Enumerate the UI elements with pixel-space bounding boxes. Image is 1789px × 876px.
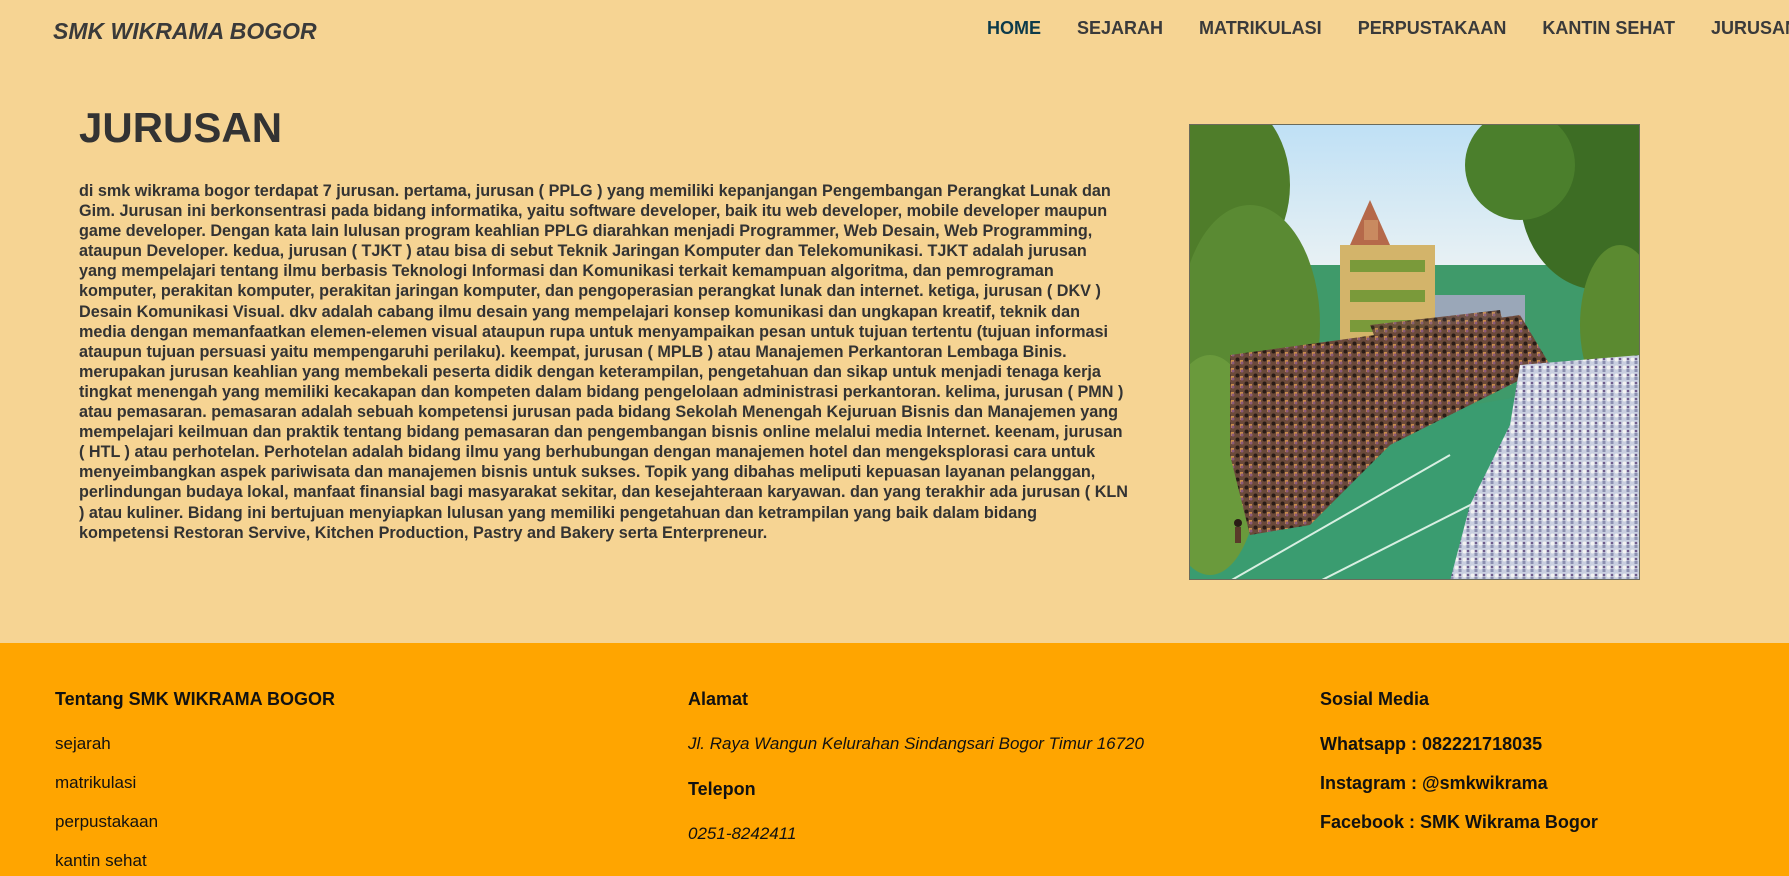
footer: Tentang SMK WIKRAMA BOGOR sejarah matrik… <box>0 643 1789 876</box>
footer-social-heading: Sosial Media <box>1320 689 1430 709</box>
footer-social-column: Sosial Media Whatsapp : 082221718035 Ins… <box>1320 689 1598 851</box>
nav-link-matrikulasi[interactable]: MATRIKULASI <box>1199 18 1322 39</box>
navbar: SMK WIKRAMA BOGOR HOME SEJARAH MATRIKULA… <box>0 0 1789 60</box>
nav-link-home[interactable]: HOME <box>987 18 1041 39</box>
nav-link-sejarah[interactable]: SEJARAH <box>1077 18 1163 39</box>
footer-link-sejarah[interactable]: sejarah <box>55 734 335 773</box>
page-title: JURUSAN <box>79 104 283 151</box>
footer-address-heading: Alamat <box>688 689 749 709</box>
footer-link-perpustakaan[interactable]: perpustakaan <box>55 812 335 851</box>
footer-phone-heading: Telepon <box>688 779 756 799</box>
jurusan-description: di smk wikrama bogor terdapat 7 jurusan.… <box>79 182 1128 542</box>
footer-address-value: Jl. Raya Wangun Kelurahan Sindangsari Bo… <box>688 734 1144 753</box>
footer-about-heading: Tentang SMK WIKRAMA BOGOR <box>55 689 335 709</box>
nav-link-kantin-sehat[interactable]: KANTIN SEHAT <box>1542 18 1675 39</box>
nav-link-jurusan[interactable]: JURUSAN <box>1711 18 1789 39</box>
footer-address-column: Alamat Jl. Raya Wangun Kelurahan Sindang… <box>688 689 1144 869</box>
brand-logo-text[interactable]: SMK WIKRAMA BOGOR <box>53 18 317 45</box>
nav-menu: HOME SEJARAH MATRIKULASI PERPUSTAKAAN KA… <box>987 18 1789 39</box>
footer-about-column: Tentang SMK WIKRAMA BOGOR sejarah matrik… <box>55 689 335 876</box>
footer-instagram-link[interactable]: Instagram : @smkwikrama <box>1320 773 1598 812</box>
footer-link-matrikulasi[interactable]: matrikulasi <box>55 773 335 812</box>
footer-facebook-link[interactable]: Facebook : SMK Wikrama Bogor <box>1320 812 1598 851</box>
school-assembly-photo <box>1189 124 1640 580</box>
nav-link-perpustakaan[interactable]: PERPUSTAKAAN <box>1358 18 1507 39</box>
footer-phone-value: 0251-8242411 <box>688 824 797 843</box>
footer-whatsapp-link[interactable]: Whatsapp : 082221718035 <box>1320 734 1598 773</box>
footer-link-kantin-sehat[interactable]: kantin sehat <box>55 851 335 876</box>
